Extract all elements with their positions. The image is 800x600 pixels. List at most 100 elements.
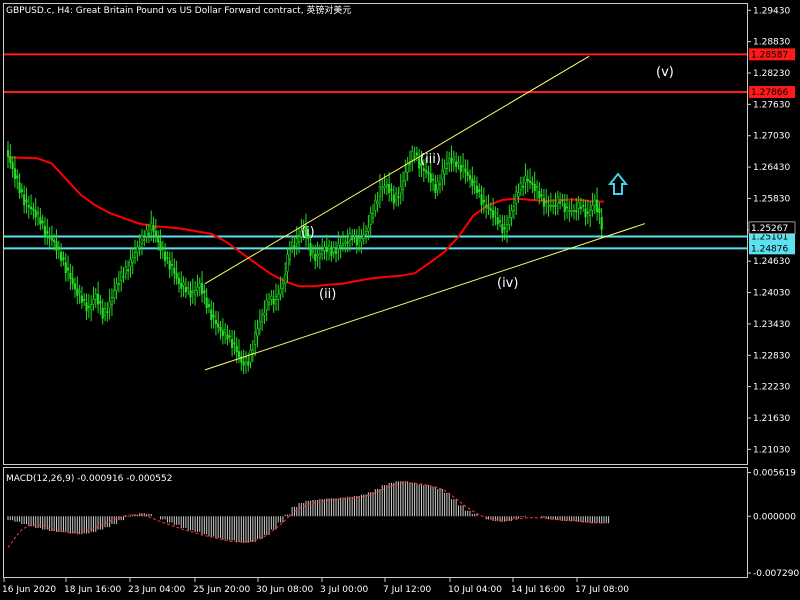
candle-body [235,346,238,352]
candle-body [117,283,120,285]
candle-body [328,245,331,250]
candle-body [64,262,67,273]
candle-body [369,212,372,225]
trading-chart[interactable]: (i) (ii) (iii) (iv) (v) GBPUSD.c, H4: Gr… [0,0,800,600]
candle-body [501,224,504,233]
candle-body [124,266,127,274]
up-arrow-icon [607,172,629,195]
candle-body [517,192,520,197]
time-axis-label: 16 Jun 2020 [2,585,56,595]
candle-body [249,349,252,363]
candle-body [173,267,176,274]
candle-body [376,200,379,204]
candle-body [360,238,363,243]
candle-body [579,206,582,209]
candle-body [339,245,342,248]
candle-body [217,323,220,328]
candle-body [69,272,72,279]
candle-body [401,180,405,190]
candle-body [25,199,28,203]
candle-body [404,171,407,182]
wave-label-ii: (ii) [319,287,336,302]
candle-body [443,168,446,175]
candle-body [106,311,109,314]
candle-body [577,201,580,210]
candle-body [457,161,460,164]
candle-body [512,206,516,211]
price-axis-label: 1.27030 [753,132,790,142]
candle-body [461,165,465,168]
candle-body [279,288,282,295]
candle-body [110,297,114,305]
price-axis-label: 1.23430 [753,320,790,330]
candle-body [228,335,231,338]
candle-body [230,339,234,348]
wave-label-iii: (iii) [420,152,441,167]
candle-body [226,333,229,340]
candle-body [71,278,74,284]
chart-title: GBPUSD.c, H4: Great Britain Pound vs US … [6,4,351,16]
macd-axis: 0.005619 0.000000 -0.007290 [747,469,799,579]
candle-body [237,351,241,358]
candle-body [358,238,361,241]
wave-label-i: (i) [301,225,315,240]
horizontal-levels[interactable] [4,53,747,250]
candle-body [200,283,204,295]
candle-body [157,236,160,243]
candle-body [593,199,596,206]
candle-body [263,312,266,316]
price-tags: 1.285871.278661.251011.248761.25267 [748,48,796,255]
candle-body [415,152,418,156]
candle-body [46,231,49,234]
candle-body [448,157,451,164]
candle-body [348,233,351,241]
candle-body [591,204,594,211]
candle-body [531,182,534,185]
price-axis-label: 1.26430 [753,163,790,173]
candle-body [344,241,347,244]
price-axis-label: 1.24030 [753,289,790,299]
candle-body [406,163,409,173]
candle-body [122,276,125,278]
candle-body [163,251,167,261]
candle-body [515,191,518,204]
candle-body [6,150,10,157]
candle-body [429,173,432,183]
candle-body [397,196,400,199]
candle-body [471,178,474,187]
time-axis-label: 23 Jun 04:00 [128,585,185,595]
candle-body [267,302,271,305]
candle-body [113,290,116,298]
price-axis-label: 1.21630 [753,414,790,424]
level-tag-text: 1.27866 [751,88,788,98]
candle-body [80,295,84,303]
candle-body [288,249,291,260]
candle-body [196,286,199,291]
candle-body [547,204,550,207]
candle-body [554,204,557,207]
candle-body [129,259,132,267]
candle-body [270,295,273,300]
candle-body [207,304,211,307]
candle-body [16,175,19,179]
candle-body [258,321,261,330]
candle-body [214,319,218,325]
current-price-text: 1.25267 [751,224,788,234]
time-axis-label: 3 Jul 00:00 [320,585,369,595]
candle-body [341,243,345,246]
candle-body [131,257,134,264]
candle-body [265,299,268,311]
price-axis-label: 1.24630 [753,257,790,267]
candle-body [468,175,472,180]
candle-body [519,182,522,190]
candle-body [334,250,338,254]
time-axis: 16 Jun 2020 18 Jun 16:00 23 Jun 04:00 25 Ju… [2,578,629,595]
candle-body [34,210,37,218]
candle-body [83,299,86,301]
candle-body [572,210,576,212]
candle-body [182,282,185,286]
candle-body [143,239,146,242]
candle-body [175,272,178,279]
candle-body [383,185,386,189]
candle-body [510,210,513,218]
